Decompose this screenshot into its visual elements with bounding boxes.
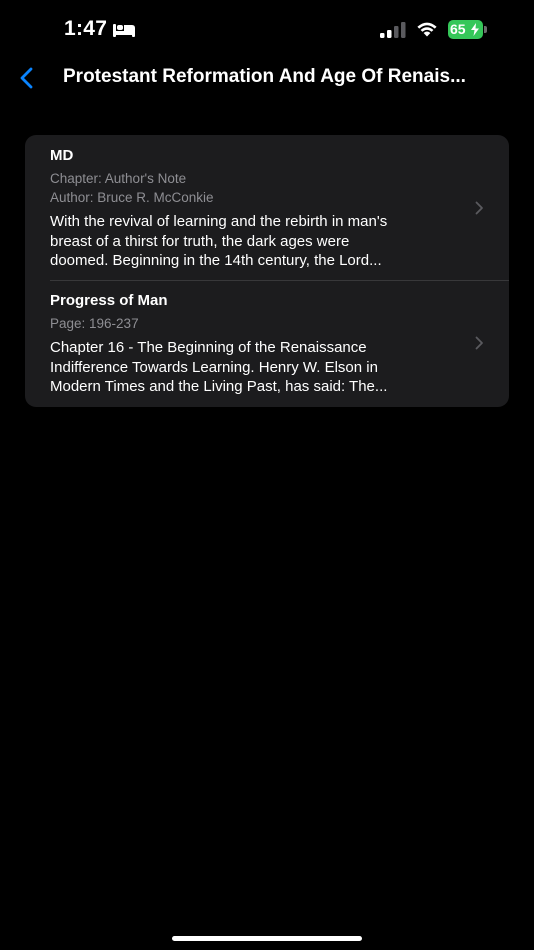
result-page-range: Page: 196-237 bbox=[50, 316, 139, 331]
chevron-right-icon bbox=[475, 336, 483, 350]
status-time: 1:47 bbox=[64, 17, 108, 40]
snippet-line: With the revival of learning and the reb… bbox=[50, 213, 388, 230]
back-button[interactable] bbox=[10, 62, 42, 94]
battery-body: 65 bbox=[448, 20, 483, 39]
status-bar: 1:47 65 bbox=[0, 0, 534, 60]
snippet-line: breast of a thirst for truth, the dark a… bbox=[50, 232, 350, 250]
result-snippet: With the revival of learning and the reb… bbox=[50, 212, 470, 271]
navigation-bar: Protestant Reformation And Age Of Renais… bbox=[0, 56, 534, 100]
battery-level: 65 bbox=[450, 21, 466, 37]
battery-indicator: 65 bbox=[448, 20, 488, 39]
wifi-icon bbox=[417, 22, 437, 37]
charging-bolt-icon bbox=[471, 23, 479, 36]
snippet-line: Chapter 16 - The Beginning of the Renais… bbox=[50, 339, 367, 356]
result-author: Author: Bruce R. McConkie bbox=[50, 190, 214, 205]
chevron-right-icon bbox=[475, 201, 483, 215]
snippet-line: Indifference Towards Learning. Henry W. … bbox=[50, 358, 378, 376]
snippet-line: doomed. Beginning in the 14th century, t… bbox=[50, 252, 382, 269]
result-row-progress-of-man[interactable]: Progress of Man Page: 196-237 Chapter 16… bbox=[25, 280, 509, 407]
bed-icon bbox=[113, 24, 135, 37]
screen: 1:47 65 Protestant Reformation And Age O… bbox=[0, 0, 534, 950]
results-list: MD Chapter: Author's Note Author: Bruce … bbox=[25, 135, 509, 407]
cellular-signal-icon bbox=[380, 22, 406, 38]
chevron-left-icon bbox=[20, 67, 33, 89]
result-row-md[interactable]: MD Chapter: Author's Note Author: Bruce … bbox=[25, 135, 509, 280]
home-indicator[interactable] bbox=[172, 936, 362, 941]
result-snippet: Chapter 16 - The Beginning of the Renais… bbox=[50, 338, 470, 397]
snippet-line: Modern Times and the Living Past, has sa… bbox=[50, 378, 388, 395]
result-title: MD bbox=[50, 147, 74, 164]
result-title: Progress of Man bbox=[50, 292, 168, 309]
result-chapter: Chapter: Author's Note bbox=[50, 171, 187, 186]
page-title: Protestant Reformation And Age Of Renais… bbox=[63, 66, 466, 87]
battery-tip bbox=[484, 26, 487, 33]
